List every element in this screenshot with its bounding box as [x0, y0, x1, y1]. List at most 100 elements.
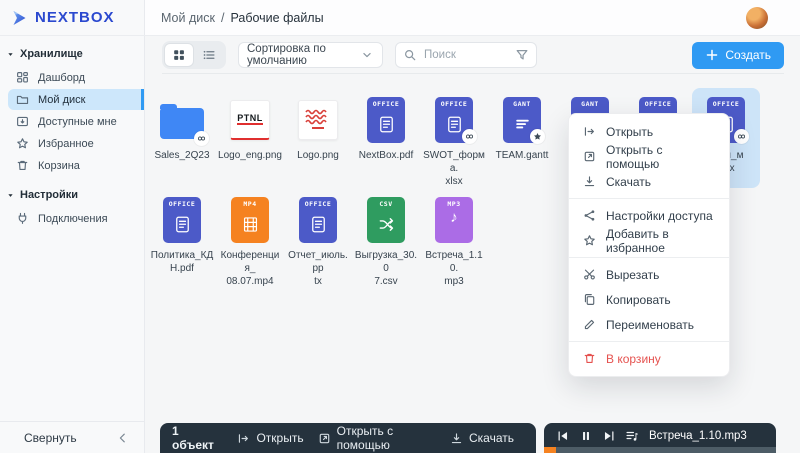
selection-action-open-with[interactable]: Открыть с помощью	[318, 424, 436, 452]
star-badge-icon	[533, 132, 542, 141]
file-tile[interactable]: OFFICE NextBox.pdf	[352, 88, 420, 188]
file-tile[interactable]: CSV Выгрузка_30.0 7.csv	[352, 188, 420, 288]
sidebar-section-label: Хранилище	[20, 48, 83, 60]
file-name: SWOT_форма. xlsx	[423, 150, 485, 187]
grid-view-icon	[172, 48, 186, 62]
menu-item-label: Настройки доступа	[606, 208, 713, 223]
link-badge-icon	[737, 132, 746, 141]
file-type-chip: OFFICE	[304, 200, 332, 208]
mp3-file-icon: MP3 ♪	[435, 197, 473, 243]
list-view-icon	[202, 48, 216, 62]
file-type-chip: CSV	[379, 200, 393, 208]
selection-action-download[interactable]: Скачать	[450, 431, 514, 445]
cut-icon	[583, 268, 596, 281]
menu-item-label: Переименовать	[606, 317, 694, 332]
open-with-icon	[583, 150, 596, 163]
link-badge-icon	[194, 131, 209, 146]
sidebar-item-дашборд[interactable]: Дашборд	[8, 67, 144, 88]
search-input[interactable]	[422, 48, 510, 62]
sidebar-section-header[interactable]: Настройки	[0, 177, 144, 207]
create-button[interactable]: Создать	[692, 41, 784, 69]
open-with-icon	[318, 432, 331, 445]
office-file-icon: OFFICE	[367, 97, 405, 143]
menu-divider	[569, 257, 729, 258]
file-tile[interactable]: OFFICE SWOT_форма. xlsx	[420, 88, 488, 188]
context-menu-item[interactable]: Открыть	[569, 119, 729, 144]
grid-view-button[interactable]	[164, 43, 194, 67]
file-tile[interactable]: Sales_2Q23	[148, 88, 216, 188]
download-icon	[583, 175, 596, 188]
menu-item-label: Копировать	[606, 292, 671, 307]
list-view-button[interactable]	[194, 43, 224, 67]
next-track-icon[interactable]	[602, 429, 616, 443]
menu-item-label: Вырезать	[606, 267, 660, 282]
file-name: Logo.png	[297, 150, 339, 161]
selection-bar: 1 объект Открыть Открыть с помощью Скачать	[160, 423, 536, 453]
file-name: Политика_КД Н.pdf	[150, 250, 214, 274]
file-icon: MP4	[216, 194, 284, 246]
file-tile[interactable]: OFFICE Политика_КД Н.pdf	[148, 188, 216, 288]
file-tile[interactable]: Logo.png	[284, 88, 352, 188]
context-menu-item[interactable]: Настройки доступа	[569, 203, 729, 228]
selection-action-open[interactable]: Открыть	[237, 431, 304, 445]
file-name: Встреча_1.10. mp3	[425, 250, 483, 287]
file-type-chip: GANT	[513, 100, 531, 108]
context-menu-item[interactable]: Скачать	[569, 169, 729, 194]
context-menu-item[interactable]: Открыть с помощью	[569, 143, 729, 171]
context-menu-item[interactable]: Вырезать	[569, 262, 729, 287]
sidebar-item-избранное[interactable]: Избранное	[8, 133, 144, 154]
link-badge-icon	[734, 129, 749, 144]
file-tile[interactable]: MP3 ♪ Встреча_1.10. mp3	[420, 188, 488, 288]
file-icon: GANT	[488, 94, 556, 146]
playlist-icon[interactable]	[625, 429, 639, 443]
context-menu-item[interactable]: Копировать	[569, 287, 729, 312]
context-menu-item[interactable]: Добавить в избранное	[569, 227, 729, 255]
file-name: Конференция_ 08.07.mp4	[220, 250, 280, 287]
search-icon	[403, 48, 417, 62]
sidebar-item-доступные-мне[interactable]: Доступные мне	[8, 111, 144, 132]
sidebar-item-label: Избранное	[38, 137, 94, 150]
sidebar-item-label: Мой диск	[38, 93, 86, 106]
pause-icon[interactable]	[579, 429, 593, 443]
sidebar-collapse-button[interactable]: Свернуть	[0, 421, 144, 453]
file-tile[interactable]: MP4 Конференция_ 08.07.mp4	[216, 188, 284, 288]
player-progress-fill	[544, 447, 556, 453]
file-type-chip: OFFICE	[168, 200, 196, 208]
context-menu-item[interactable]: В корзину	[569, 346, 729, 371]
collapse-label: Свернуть	[24, 430, 77, 445]
sidebar-item-label: Доступные мне	[38, 115, 117, 128]
nextbox-logo[interactable]: NEXTBOX	[0, 0, 145, 35]
selection-action-label: Скачать	[469, 431, 514, 445]
trash-icon	[16, 159, 29, 172]
avatar[interactable]	[746, 7, 768, 29]
doc-glyph	[378, 110, 395, 143]
sidebar-section-header[interactable]: Хранилище	[0, 36, 144, 66]
context-menu-item[interactable]: Переименовать	[569, 312, 729, 337]
breadcrumb: Мой диск / Рабочие файлы	[161, 11, 324, 25]
file-type-chip: MP3	[447, 200, 461, 208]
dashboard-icon	[16, 71, 29, 84]
player-progress-bar[interactable]	[544, 447, 776, 453]
previous-track-icon[interactable]	[556, 429, 570, 443]
sort-dropdown[interactable]: Сортировка по умолчанию	[238, 42, 383, 68]
file-icon: OFFICE	[284, 194, 352, 246]
menu-item-label: В корзину	[606, 351, 661, 366]
search-box	[395, 42, 537, 68]
sidebar-item-мой-диск[interactable]: Мой диск	[8, 89, 144, 110]
csv-file-icon: CSV	[367, 197, 405, 243]
sidebar-item-label: Дашборд	[38, 71, 86, 84]
sidebar-item-корзина[interactable]: Корзина	[8, 155, 144, 176]
file-tile[interactable]: GANT TEAM.gantt	[488, 88, 556, 188]
sidebar-section-label: Настройки	[20, 189, 79, 201]
share-icon	[583, 209, 596, 222]
view-toggle	[162, 41, 226, 69]
star-icon	[16, 137, 29, 150]
sidebar-item-подключения[interactable]: Подключения	[8, 208, 144, 229]
breadcrumb-parent[interactable]: Мой диск	[161, 11, 215, 25]
filter-icon[interactable]	[515, 48, 529, 62]
file-type-chip: OFFICE	[712, 100, 740, 108]
download-icon	[450, 432, 463, 445]
file-tile[interactable]: PTNL Logo_eng.png	[216, 88, 284, 188]
file-type-chip: OFFICE	[372, 100, 400, 108]
file-tile[interactable]: OFFICE Отчет_июль.pp tx	[284, 188, 352, 288]
